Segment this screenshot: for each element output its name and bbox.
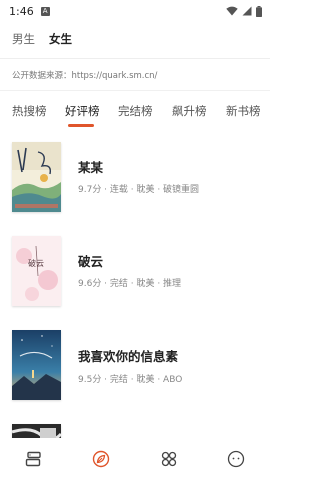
signal-icon: [242, 6, 252, 16]
book-cover: 破云: [12, 236, 61, 306]
notification-icon: A: [40, 6, 50, 16]
book-list-item[interactable]: 破云 破云 9.6分 · 完结 · 耽美 · 推理: [0, 236, 270, 316]
gender-tab-male[interactable]: 男生: [12, 31, 35, 47]
book-cover: [12, 330, 61, 400]
gender-tabs: 男生 女生: [12, 31, 72, 47]
cover-title-text: 破云: [28, 258, 44, 268]
book-title: 某某: [78, 160, 104, 175]
tab-rising[interactable]: 飙升榜: [172, 103, 207, 119]
wifi-icon: [226, 6, 238, 16]
tab-top-rated[interactable]: 好评榜: [65, 103, 100, 119]
divider: [0, 90, 270, 91]
status-bar: 1:46 A: [0, 0, 270, 22]
nav-discover[interactable]: [68, 438, 136, 480]
status-indicators: [226, 5, 262, 17]
rank-tabs: 热搜榜 好评榜 完结榜 飙升榜 新书榜: [0, 100, 270, 128]
divider: [0, 58, 270, 59]
book-title: 我喜欢你的信息素: [78, 349, 179, 364]
battery-icon: [256, 5, 262, 17]
category-grid-icon: [161, 451, 176, 467]
tab-completed[interactable]: 完结榜: [118, 103, 153, 119]
book-meta: 9.6分 · 完结 · 耽美 · 推理: [78, 279, 182, 289]
book-title: 破云: [78, 254, 104, 269]
book-meta: 9.7分 · 连载 · 耽美 · 破镜重圆: [78, 185, 200, 195]
gender-tab-female[interactable]: 女生: [49, 31, 72, 47]
data-source-text: 公开数据来源：https://quark.sm.cn/: [12, 71, 158, 81]
nav-profile[interactable]: [203, 438, 271, 480]
bookshelf-icon: [25, 451, 41, 467]
active-tab-indicator: [68, 124, 94, 127]
profile-face-icon: [228, 450, 245, 468]
book-list-item[interactable]: 某某 9.7分 · 连载 · 耽美 · 破镜重圆: [0, 140, 270, 220]
book-meta: 9.5分 · 完结 · 耽美 · ABO: [78, 375, 183, 385]
tab-new-books[interactable]: 新书榜: [226, 103, 261, 119]
nav-bookshelf[interactable]: [0, 438, 68, 480]
tab-hot-search[interactable]: 热搜榜: [12, 103, 47, 119]
nav-category[interactable]: [135, 438, 203, 480]
discover-leaf-icon: [93, 450, 110, 468]
bottom-nav: [0, 438, 270, 480]
book-cover: [12, 142, 61, 212]
status-time: 1:46: [9, 4, 34, 18]
book-list-item[interactable]: 我喜欢你的信息素 9.5分 · 完结 · 耽美 · ABO: [0, 330, 270, 410]
